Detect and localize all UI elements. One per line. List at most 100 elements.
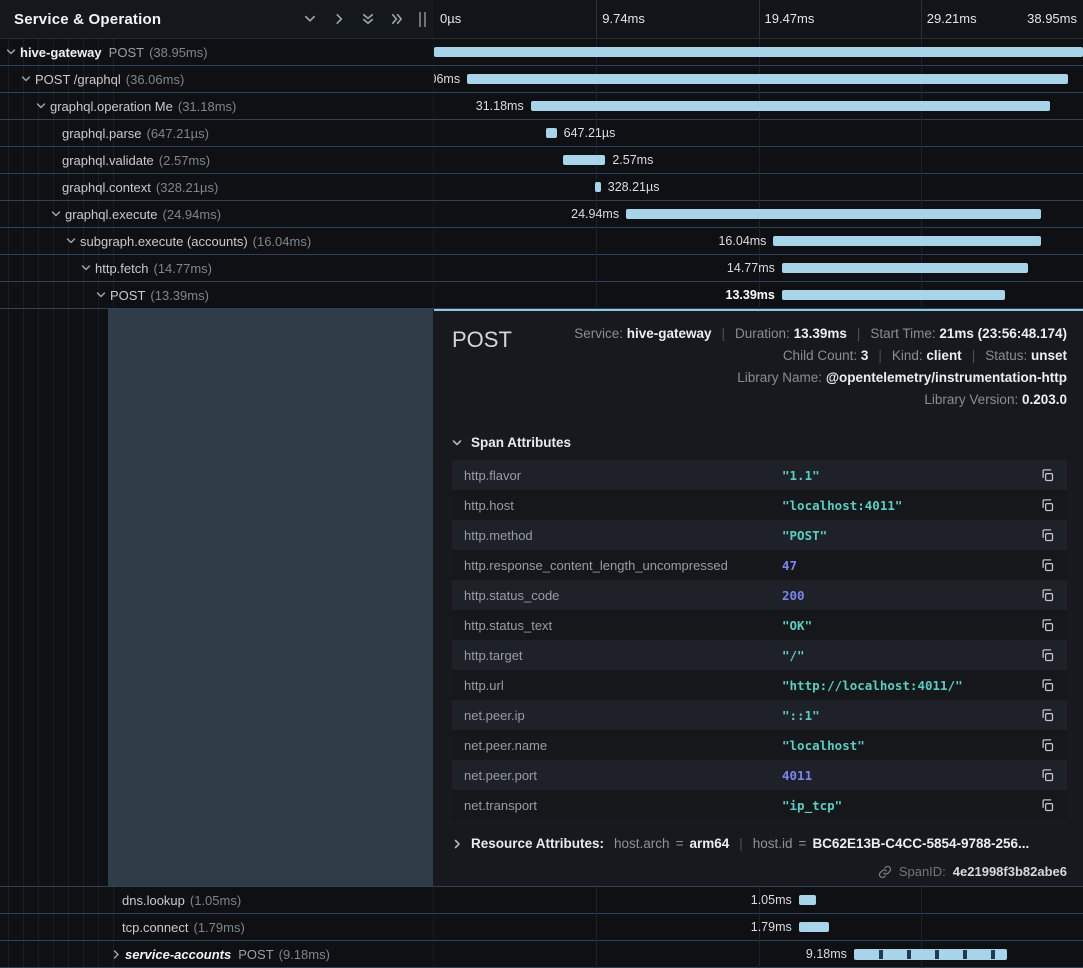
span-duration: (9.18ms) [279, 947, 330, 962]
timeline-ruler[interactable]: 0µs9.74ms19.47ms29.21ms38.95ms [434, 0, 1083, 39]
span-tree-cell[interactable]: POST /graphql (36.06ms) [0, 66, 434, 92]
span-bar[interactable] [434, 47, 1083, 57]
span-row[interactable]: subgraph.execute (accounts) (16.04ms) 16… [0, 228, 1083, 255]
span-name: POST /graphql [35, 72, 121, 87]
span-timeline-cell[interactable]: 1.05ms [434, 887, 1083, 913]
span-timeline-cell[interactable]: 9.18ms [434, 941, 1083, 967]
span-bar-label: 647.21µs [564, 126, 616, 140]
copy-icon[interactable] [1040, 588, 1055, 603]
chevron-down-icon[interactable] [304, 13, 316, 25]
span-tree-cell[interactable]: service-accounts POST (9.18ms) [0, 941, 434, 967]
span-bar[interactable] [531, 101, 1050, 111]
expand-chevron-icon[interactable] [51, 209, 62, 219]
span-row[interactable]: graphql.operation Me (31.18ms) 31.18ms [0, 93, 1083, 120]
copy-icon[interactable] [1040, 738, 1055, 753]
copy-icon[interactable] [1040, 618, 1055, 633]
span-row[interactable]: POST /graphql (36.06ms) 36.06ms [0, 66, 1083, 93]
span-timeline-cell[interactable]: 13.39ms [434, 282, 1083, 308]
span-row[interactable]: service-accounts POST (9.18ms) 9.18ms [0, 941, 1083, 968]
copy-icon[interactable] [1040, 558, 1055, 573]
span-bar[interactable] [782, 263, 1028, 273]
panel-resize-handle[interactable] [419, 12, 426, 27]
span-row[interactable]: dns.lookup (1.05ms) 1.05ms [0, 887, 1083, 914]
span-timeline-cell[interactable]: 14.77ms [434, 255, 1083, 281]
span-bar-label: 13.39ms [726, 288, 775, 302]
span-operation: POST [109, 45, 144, 60]
attribute-key: http.target [464, 648, 782, 663]
expand-chevron-icon[interactable] [81, 263, 92, 273]
span-tree-cell[interactable]: dns.lookup (1.05ms) [0, 887, 434, 913]
span-row[interactable]: hive-gateway POST (38.95ms) 38.95ms [0, 39, 1083, 66]
double-chevron-down-icon[interactable] [362, 13, 374, 25]
span-tree-cell[interactable]: subgraph.execute (accounts) (16.04ms) [0, 228, 434, 254]
span-bar[interactable] [626, 209, 1041, 219]
copy-icon[interactable] [1040, 648, 1055, 663]
section-chevron-down-icon[interactable] [452, 438, 462, 448]
span-tree-cell[interactable]: POST (13.39ms) [0, 282, 434, 308]
span-row[interactable]: graphql.parse (647.21µs) 647.21µs [0, 120, 1083, 147]
copy-icon[interactable] [1040, 498, 1055, 513]
span-bar[interactable] [563, 155, 606, 165]
span-row[interactable]: graphql.execute (24.94ms) 24.94ms [0, 201, 1083, 228]
span-row[interactable]: graphql.validate (2.57ms) 2.57ms [0, 147, 1083, 174]
expand-chevron-icon[interactable] [112, 949, 122, 960]
span-row[interactable]: POST (13.39ms) 13.39ms [0, 282, 1083, 309]
detail-meta-value: client [926, 348, 961, 363]
span-timeline-cell[interactable]: 24.94ms [434, 201, 1083, 227]
span-timeline-cell[interactable]: 647.21µs [434, 120, 1083, 146]
copy-icon[interactable] [1040, 528, 1055, 543]
detail-header: POST Service: hive-gateway|Duration: 13.… [452, 323, 1067, 411]
copy-icon[interactable] [1040, 768, 1055, 783]
span-timeline-cell[interactable]: 16.04ms [434, 228, 1083, 254]
span-bar[interactable] [799, 922, 829, 932]
span-name: subgraph.execute (accounts) [80, 234, 248, 249]
span-row[interactable]: tcp.connect (1.79ms) 1.79ms [0, 914, 1083, 941]
section-chevron-right-icon[interactable] [452, 839, 462, 849]
span-bar[interactable] [799, 895, 817, 905]
span-timeline-cell[interactable]: 36.06ms [434, 66, 1083, 92]
span-tree-cell[interactable]: http.fetch (14.77ms) [0, 255, 434, 281]
span-timeline-cell[interactable]: 328.21µs [434, 174, 1083, 200]
span-tree-cell[interactable]: graphql.context (328.21µs) [0, 174, 434, 200]
link-icon[interactable] [878, 865, 892, 879]
attribute-value: "ip_tcp" [782, 798, 1032, 813]
copy-icon[interactable] [1040, 468, 1055, 483]
span-bar[interactable] [854, 949, 1007, 960]
detail-meta-line: Child Count: 3|Kind: client|Status: unse… [574, 345, 1067, 367]
expand-chevron-icon[interactable] [6, 47, 17, 57]
span-bar[interactable] [546, 128, 557, 138]
expand-chevron-icon[interactable] [66, 236, 77, 246]
span-bar[interactable] [467, 74, 1068, 84]
span-bar[interactable] [595, 182, 601, 192]
span-row[interactable]: http.fetch (14.77ms) 14.77ms [0, 255, 1083, 282]
span-row[interactable]: graphql.context (328.21µs) 328.21µs [0, 174, 1083, 201]
span-name: http.fetch [95, 261, 148, 276]
expand-chevron-icon[interactable] [21, 74, 32, 84]
double-chevron-right-icon[interactable] [391, 13, 403, 25]
span-tree-cell[interactable]: tcp.connect (1.79ms) [0, 914, 434, 940]
copy-icon[interactable] [1040, 708, 1055, 723]
span-tree-cell[interactable]: hive-gateway POST (38.95ms) [0, 39, 434, 65]
attribute-value: "localhost" [782, 738, 1032, 753]
span-id-line: SpanID: 4e21998f3b82abe6 [452, 864, 1067, 879]
span-tree-cell[interactable]: graphql.parse (647.21µs) [0, 120, 434, 146]
attribute-row: http.response_content_length_uncompresse… [452, 550, 1067, 580]
resource-attributes-header[interactable]: Resource Attributes: host.arch=arm64|hos… [452, 836, 1067, 851]
span-attributes-header[interactable]: Span Attributes [452, 435, 1067, 450]
copy-icon[interactable] [1040, 798, 1055, 813]
span-timeline-cell[interactable]: 1.79ms [434, 914, 1083, 940]
span-timeline-cell[interactable]: 38.95ms [434, 39, 1083, 65]
span-bar[interactable] [773, 236, 1040, 246]
copy-icon[interactable] [1040, 678, 1055, 693]
span-tree-cell[interactable]: graphql.validate (2.57ms) [0, 147, 434, 173]
span-bar[interactable] [782, 290, 1005, 300]
chevron-right-icon[interactable] [333, 13, 345, 25]
expand-chevron-icon[interactable] [96, 290, 107, 300]
span-tree-cell[interactable]: graphql.operation Me (31.18ms) [0, 93, 434, 119]
attribute-row: http.status_code 200 [452, 580, 1067, 610]
span-operation: POST [238, 947, 273, 962]
span-timeline-cell[interactable]: 2.57ms [434, 147, 1083, 173]
span-timeline-cell[interactable]: 31.18ms [434, 93, 1083, 119]
expand-chevron-icon[interactable] [36, 101, 47, 111]
span-tree-cell[interactable]: graphql.execute (24.94ms) [0, 201, 434, 227]
